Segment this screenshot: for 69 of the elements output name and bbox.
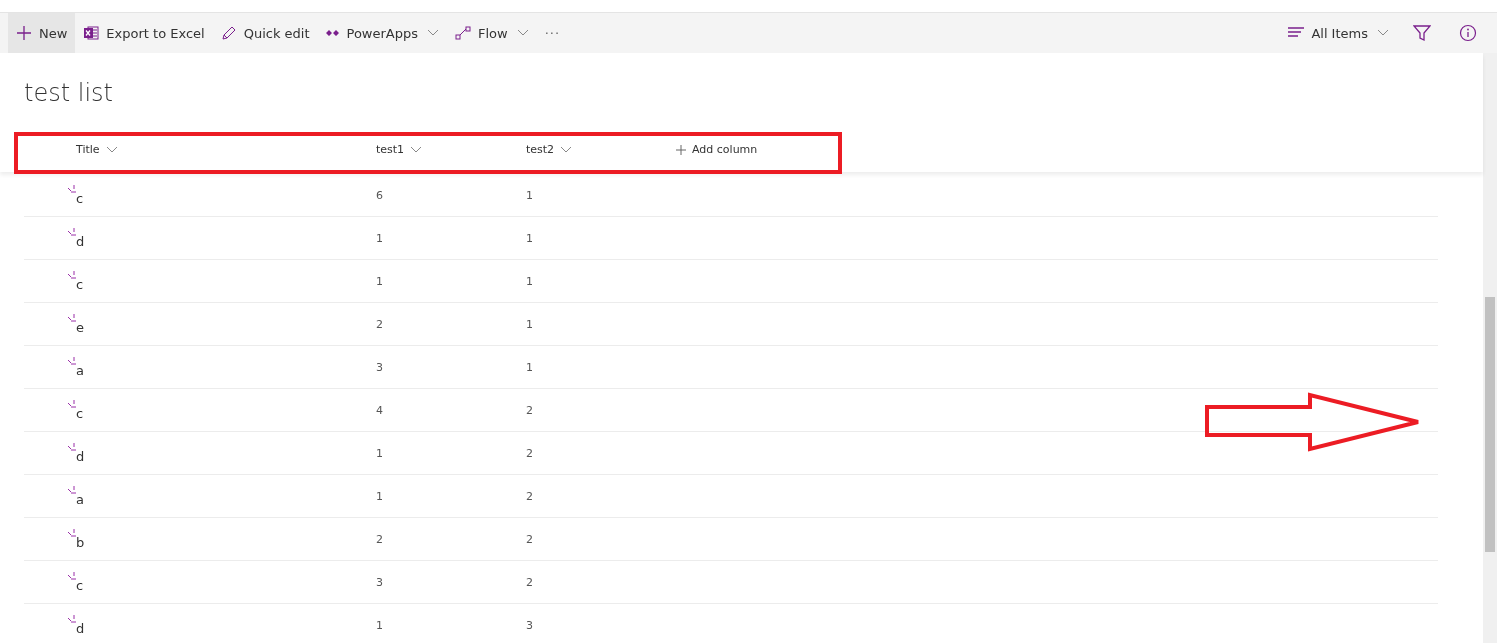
table-cell: 1 bbox=[526, 231, 533, 245]
table-cell: 2 bbox=[376, 317, 383, 331]
table-cell: 2 bbox=[376, 532, 383, 546]
table-cell: 3 bbox=[376, 575, 383, 589]
list-title: test list bbox=[23, 78, 114, 109]
table-cell: 1 bbox=[376, 489, 383, 503]
table-cell[interactable]: b bbox=[76, 534, 85, 550]
plus-icon bbox=[676, 144, 686, 155]
table-cell[interactable]: d bbox=[76, 233, 85, 249]
new-item-icon bbox=[68, 270, 76, 279]
table-cell: 6 bbox=[376, 188, 383, 202]
table-cell: 3 bbox=[526, 618, 533, 632]
table-cell[interactable]: c bbox=[76, 276, 84, 292]
command-button[interactable]: Flow bbox=[447, 13, 537, 53]
table-cell: 3 bbox=[376, 360, 383, 374]
column-header[interactable]: Title bbox=[76, 137, 376, 162]
table-cell[interactable]: c bbox=[76, 190, 84, 206]
table-cell: 2 bbox=[526, 489, 533, 503]
more-button[interactable]: ··· bbox=[536, 13, 569, 53]
chevron-down-icon bbox=[410, 145, 423, 154]
new-item-icon bbox=[68, 313, 76, 322]
table-cell[interactable]: a bbox=[76, 491, 84, 507]
command-button[interactable]: PowerApps bbox=[317, 13, 447, 53]
chevron-down-icon bbox=[1377, 29, 1389, 37]
new-item-icon bbox=[68, 571, 76, 580]
scrollbar-thumb[interactable] bbox=[1485, 297, 1495, 552]
table-cell[interactable]: d bbox=[76, 448, 85, 464]
table-cell[interactable]: d bbox=[76, 620, 85, 636]
table-cell: 2 bbox=[526, 446, 533, 460]
table-cell[interactable]: c bbox=[76, 577, 84, 593]
new-item-icon bbox=[68, 184, 76, 193]
table-cell[interactable]: c bbox=[76, 405, 84, 421]
chevron-down-icon bbox=[105, 145, 118, 154]
table-cell: 2 bbox=[526, 532, 533, 546]
new-item-icon bbox=[68, 356, 76, 365]
table-cell: 2 bbox=[526, 403, 533, 417]
excel-icon bbox=[83, 25, 100, 41]
column-header[interactable]: test1 bbox=[376, 137, 526, 162]
info-icon[interactable] bbox=[1459, 24, 1477, 42]
column-header[interactable]: test2 bbox=[526, 137, 676, 162]
filter-icon[interactable] bbox=[1413, 24, 1431, 42]
new-item-icon bbox=[68, 442, 76, 451]
add-column-button[interactable]: Add column bbox=[676, 137, 758, 162]
view-selector[interactable]: All Items bbox=[1280, 13, 1397, 53]
new-item-icon bbox=[68, 227, 76, 236]
pencil-icon bbox=[220, 25, 237, 41]
command-button[interactable]: Export to Excel bbox=[75, 13, 213, 53]
table-cell: 1 bbox=[526, 317, 533, 331]
new-item-icon bbox=[68, 528, 76, 537]
new-item-icon bbox=[68, 485, 76, 494]
table-cell: 1 bbox=[526, 274, 533, 288]
new-item-icon bbox=[68, 614, 76, 623]
chevron-down-icon bbox=[560, 145, 573, 154]
table-cell[interactable]: e bbox=[76, 319, 84, 335]
command-button[interactable]: Quick edit bbox=[212, 13, 318, 53]
plus-icon bbox=[16, 25, 32, 41]
table-cell: 1 bbox=[376, 446, 383, 460]
table-cell: 1 bbox=[376, 231, 383, 245]
flow-icon bbox=[455, 25, 471, 41]
table-cell[interactable]: a bbox=[76, 362, 84, 378]
new-item-icon bbox=[68, 399, 76, 408]
table-cell: 1 bbox=[376, 274, 383, 288]
command-button[interactable]: New bbox=[8, 13, 76, 53]
table-cell: 4 bbox=[376, 403, 383, 417]
lines-icon bbox=[1288, 27, 1305, 39]
table-cell: 1 bbox=[526, 360, 533, 374]
table-cell: 2 bbox=[526, 575, 533, 589]
table-cell: 1 bbox=[376, 618, 383, 632]
table-cell: 1 bbox=[526, 188, 533, 202]
